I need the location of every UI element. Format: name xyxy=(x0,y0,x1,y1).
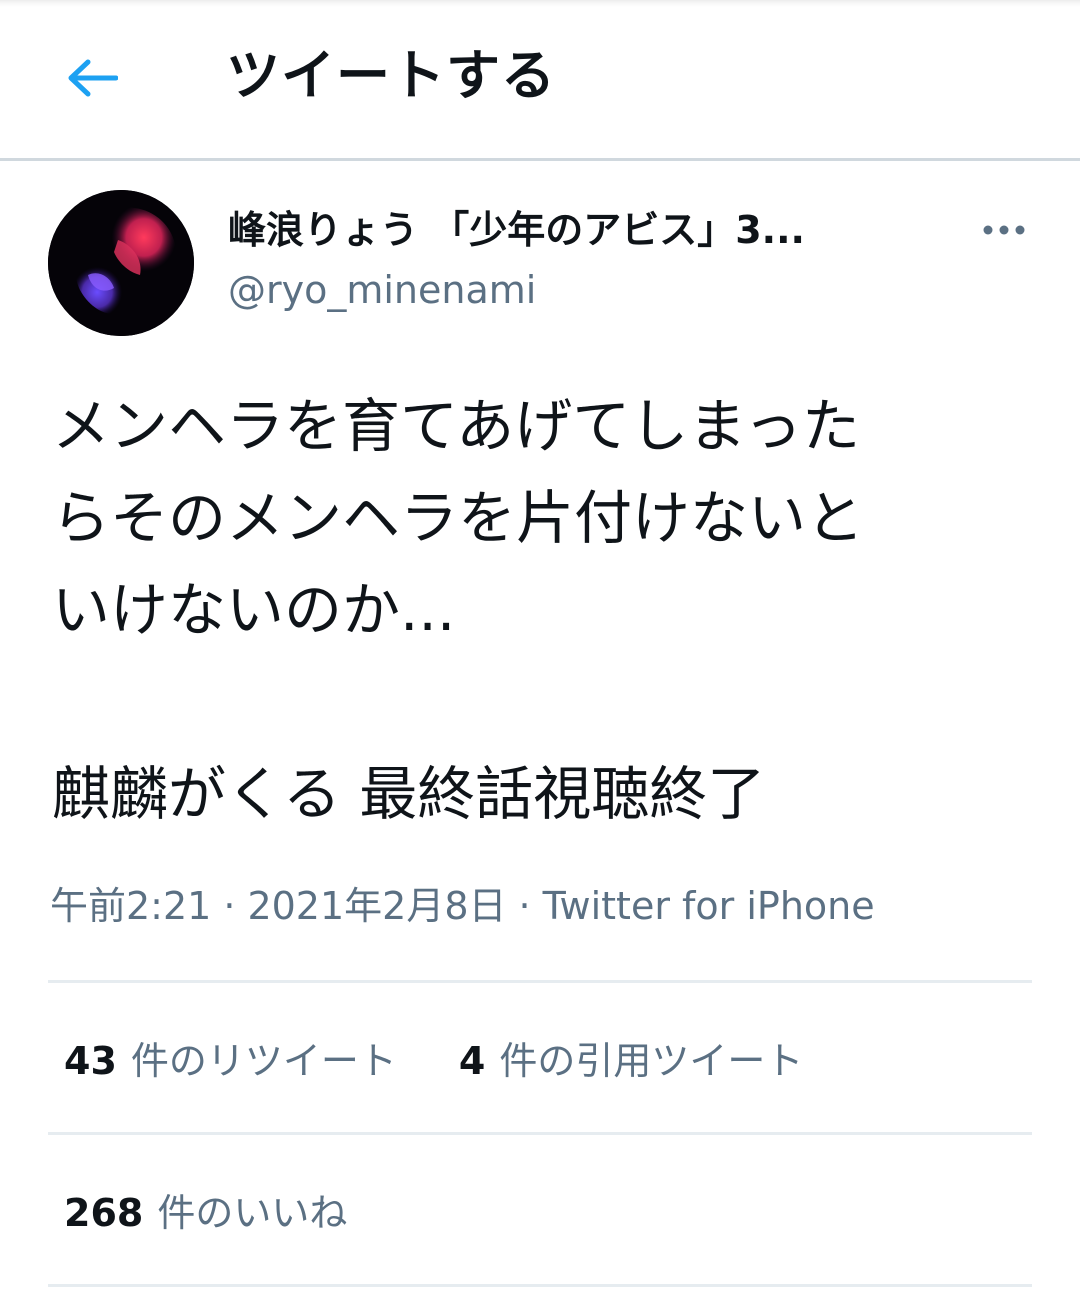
tweet-meta: 午前2:21 · 2021年2月8日 · Twitter for iPhone xyxy=(50,876,875,936)
back-button[interactable] xyxy=(60,50,124,106)
arrow-left-icon xyxy=(68,59,118,97)
retweets-stat[interactable]: 43 件のリツイート xyxy=(64,1030,397,1085)
likes-label: 件のいいね xyxy=(157,1190,348,1235)
stats-row-retweets: 43 件のリツイート 4 件の引用ツイート xyxy=(64,982,865,1132)
separator-dot: · xyxy=(223,884,236,928)
retweets-count: 43 xyxy=(64,1038,117,1083)
tweet-time: 午前2:21 xyxy=(50,884,212,928)
divider xyxy=(48,1284,1032,1287)
avatar[interactable] xyxy=(48,190,194,336)
betta-fish-avatar xyxy=(48,190,194,336)
retweets-label: 件のリツイート xyxy=(130,1038,397,1083)
separator-dot: · xyxy=(518,884,531,928)
tweet-line: らそのメンヘラを片付けないと xyxy=(52,484,865,552)
tweet-line: 麒麟がくる 最終話視聴終了 xyxy=(52,760,766,828)
likes-stat[interactable]: 268 件のいいね xyxy=(64,1182,347,1237)
author-handle[interactable]: @ryo_minenami xyxy=(228,262,536,318)
likes-count: 268 xyxy=(64,1190,144,1235)
quotes-label: 件の引用ツイート xyxy=(499,1038,804,1083)
quotes-count: 4 xyxy=(458,1038,486,1083)
tweet-text: メンヘラを育てあげてしまった らそのメンヘラを片付けないと いけないのか... … xyxy=(52,380,1042,840)
tweet-date: 2021年2月8日 xyxy=(247,884,507,928)
tweet-source-link[interactable]: Twitter for iPhone xyxy=(543,884,875,928)
stats-row-likes: 268 件のいいね xyxy=(64,1134,409,1284)
more-options-button[interactable] xyxy=(978,208,1030,252)
tweet-line: いけないのか... xyxy=(52,576,456,644)
page-title: ツイートする xyxy=(226,44,556,107)
author-display-name[interactable]: 峰浪りょう 「少年のアビス」3... xyxy=(228,200,888,260)
tweet-line: メンヘラを育てあげてしまった xyxy=(52,392,860,460)
more-horizontal-icon xyxy=(983,225,1025,235)
top-bar: ツイートする xyxy=(0,0,1080,161)
quotes-stat[interactable]: 4 件の引用ツイート xyxy=(459,1030,803,1085)
